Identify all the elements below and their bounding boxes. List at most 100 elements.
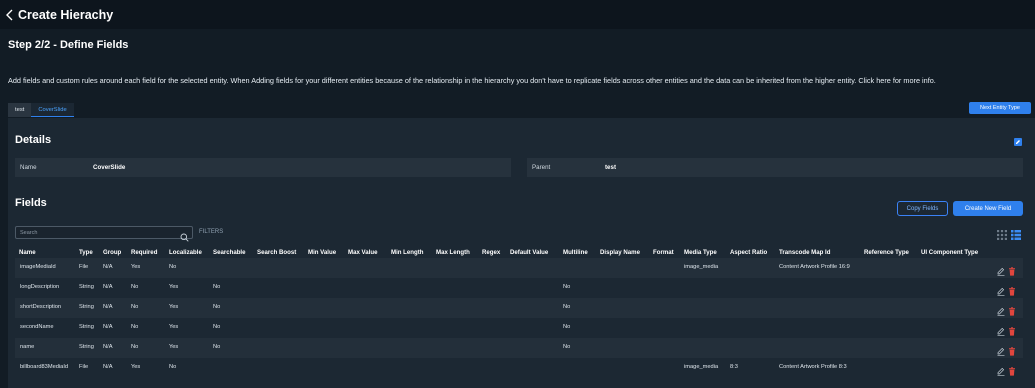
cell-media-type: image_media [684,264,719,270]
page-title: Create Hierachy [18,7,114,22]
cell-localizable: Yes [169,344,179,350]
pencil-icon[interactable] [997,323,1005,336]
pencil-icon [1016,140,1020,144]
search-icon[interactable] [180,229,189,242]
detail-parent-value: test [605,164,617,171]
cell-localizable: No [169,264,177,270]
cell-name: billboard83MediaId [20,364,69,370]
column-header[interactable]: Transcode Map Id [779,249,830,256]
cell-searchable: No [213,304,221,310]
column-header[interactable]: Default Value [510,249,548,256]
next-entity-type-button[interactable]: Next Entity Type [969,102,1031,114]
cell-type: String [79,344,94,350]
detail-parent-box: Parent test [527,158,1023,177]
cell-type: File [79,364,89,370]
copy-fields-button[interactable]: Copy Fields [897,201,948,216]
table-row[interactable]: name String N/A No Yes No No [15,338,1023,358]
chevron-left-icon[interactable] [2,6,16,24]
column-header[interactable]: Max Length [436,249,470,256]
cell-searchable: No [213,284,221,290]
pencil-icon[interactable] [997,363,1005,376]
column-header[interactable]: Name [19,249,36,256]
step-title: Step 2/2 - Define Fields [8,39,129,51]
pencil-icon[interactable] [997,343,1005,356]
table-row[interactable]: longDescription String N/A No Yes No No [15,278,1023,298]
tab-test[interactable]: test [8,103,32,117]
trash-icon[interactable] [1008,263,1016,276]
cell-required: No [131,284,139,290]
trash-icon[interactable] [1008,303,1016,316]
search-input[interactable] [20,229,170,236]
pencil-icon[interactable] [997,263,1005,276]
cell-required: No [131,324,139,330]
top-bar: Create Hierachy [0,0,1035,29]
column-header[interactable]: Aspect Ratio [730,249,767,256]
cell-type: String [79,284,94,290]
trash-icon[interactable] [1008,323,1016,336]
column-header[interactable]: UI Component Type [921,249,978,256]
cell-name: shortDescription [20,304,62,310]
column-header[interactable]: Searchable [213,249,246,256]
cell-searchable: No [213,324,221,330]
cell-name: longDescription [20,284,60,290]
column-header[interactable]: Multiline [563,249,588,256]
column-header[interactable]: Display Name [600,249,640,256]
cell-group: N/A [103,324,113,330]
cell-name: secondName [20,324,54,330]
trash-icon[interactable] [1008,363,1016,376]
detail-name-label: Name [20,164,37,171]
table-row[interactable]: imageMediaId File N/A Yes No image_media… [15,258,1023,278]
column-header[interactable]: Min Value [308,249,336,256]
step-description: Add fields and custom rules around each … [8,76,936,85]
column-header[interactable]: Min Length [391,249,424,256]
cell-transcode-map-id: Content Artwork Profile 16:9 [779,264,850,270]
edit-details-button[interactable] [1014,138,1022,146]
create-new-field-button[interactable]: Create New Field [953,201,1023,216]
cell-transcode-map-id: Content Artwork Profile 8:3 [779,364,847,370]
column-header[interactable]: Regex [482,249,500,256]
cell-multiline: No [563,284,571,290]
cell-multiline: No [563,344,571,350]
column-header[interactable]: Format [653,249,674,256]
trash-icon[interactable] [1008,343,1016,356]
cell-media-type: image_media [684,364,719,370]
table-row[interactable]: shortDescription String N/A No Yes No No [15,298,1023,318]
list-view-icon[interactable] [1011,227,1021,240]
grid-view-icon[interactable] [997,227,1007,240]
trash-icon[interactable] [1008,283,1016,296]
column-header[interactable]: Search Boost [257,249,296,256]
cell-type: String [79,324,94,330]
cell-multiline: No [563,304,571,310]
cell-name: name [20,344,35,350]
cell-multiline: No [563,324,571,330]
details-title: Details [15,134,52,146]
cell-localizable: No [169,364,177,370]
cell-group: N/A [103,364,113,370]
search-box [15,226,193,242]
cell-searchable: No [213,344,221,350]
cell-group: N/A [103,344,113,350]
column-header[interactable]: Max Value [348,249,377,256]
column-header[interactable]: Group [103,249,121,256]
cell-type: String [79,304,94,310]
tab-coverslide[interactable]: CoverSlide [31,103,74,117]
cell-required: No [131,344,139,350]
table-row[interactable]: billboard83MediaId File N/A Yes No image… [15,358,1023,378]
pencil-icon[interactable] [997,303,1005,316]
cell-name: imageMediaId [20,264,56,270]
pencil-icon[interactable] [997,283,1005,296]
column-header[interactable]: Required [131,249,157,256]
cell-required: Yes [131,364,141,370]
fields-title: Fields [15,197,47,209]
column-header[interactable]: Localizable [169,249,202,256]
cell-group: N/A [103,284,113,290]
cell-localizable: Yes [169,284,179,290]
cell-type: File [79,264,89,270]
column-header[interactable]: Reference Type [864,249,909,256]
cell-group: N/A [103,304,113,310]
filters-toggle[interactable]: FILTERS [199,229,223,235]
column-header[interactable]: Type [79,249,93,256]
detail-name-box: Name CoverSlide [15,158,511,177]
column-header[interactable]: Media Type [684,249,717,256]
table-row[interactable]: secondName String N/A No Yes No No [15,318,1023,338]
